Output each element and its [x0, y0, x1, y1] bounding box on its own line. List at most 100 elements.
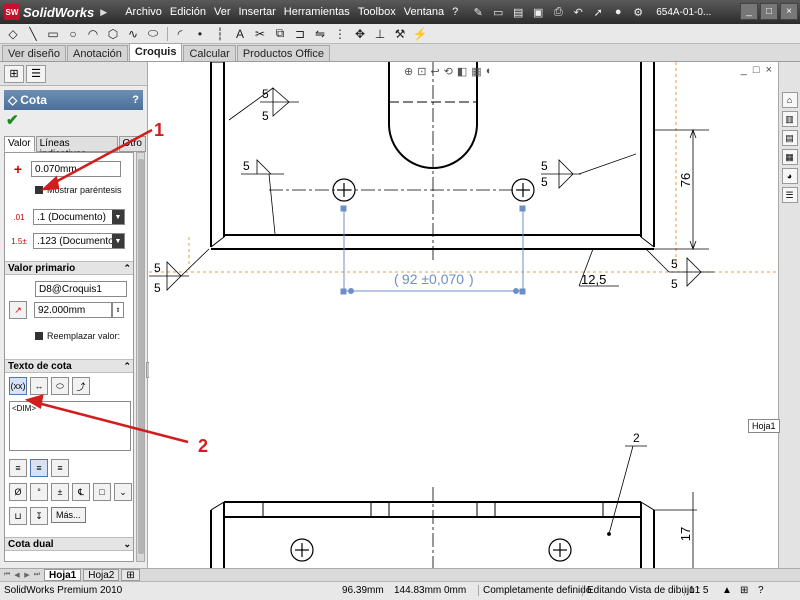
depth-symbol-icon[interactable]: ↧	[30, 507, 48, 525]
diameter-symbol-icon[interactable]: Ø	[9, 483, 27, 501]
valor-primario-section[interactable]: Valor primario ⌃	[5, 261, 133, 275]
custom-properties-icon[interactable]: ☰	[781, 187, 798, 203]
tab-ver-diseno[interactable]: Ver diseño	[2, 45, 66, 61]
minimize-button[interactable]: _	[740, 3, 758, 20]
trim-icon[interactable]: ✂	[251, 26, 269, 42]
status-units-icon[interactable]: ⊞	[740, 585, 748, 596]
offset-icon[interactable]: ⊐	[291, 26, 309, 42]
align-center-icon[interactable]: ≡	[30, 459, 48, 477]
more-button[interactable]: Más...	[51, 507, 86, 523]
ok-check-icon[interactable]: ✔	[6, 111, 19, 129]
tab-calcular[interactable]: Calcular	[183, 45, 236, 61]
mirror-icon[interactable]: ⇋	[311, 26, 329, 42]
spline-icon[interactable]: ∿	[124, 26, 142, 42]
tab-valor[interactable]: Valor	[4, 136, 35, 152]
open-folder-icon[interactable]: ▤	[510, 4, 526, 20]
menu-ver[interactable]: Ver	[210, 6, 235, 18]
align-left-icon[interactable]: ≡	[9, 459, 27, 477]
sheet-tab-hoja1[interactable]: Hoja1	[44, 569, 82, 581]
first-sheet-icon[interactable]: ⏮	[2, 570, 12, 580]
menu-ventana[interactable]: Ventana	[400, 6, 448, 18]
degree-symbol-icon[interactable]: °	[30, 483, 48, 501]
line-icon[interactable]: ╲	[24, 26, 42, 42]
circle-icon[interactable]: ○	[64, 26, 82, 42]
scrollbar-thumb[interactable]	[138, 159, 144, 554]
collapse-icon[interactable]: ⌃	[123, 263, 131, 274]
zoom-fit-icon[interactable]: ⊕	[404, 65, 413, 78]
square-symbol-icon[interactable]: □	[93, 483, 111, 501]
arc-icon[interactable]: ◠	[84, 26, 102, 42]
solidworks-resources-icon[interactable]: ⌂	[781, 92, 798, 108]
tab-lineas-indicativas[interactable]: Líneas indicativas	[35, 136, 118, 160]
offset-text-icon[interactable]: ⤴	[72, 377, 90, 395]
save-icon[interactable]: ▣	[530, 4, 546, 20]
add-parentheses-icon[interactable]: (xx)	[9, 377, 27, 395]
previous-view-icon[interactable]: ↩	[430, 65, 439, 78]
texto-de-cota-section[interactable]: Texto de cota ⌃	[5, 359, 133, 373]
menu-toolbox[interactable]: Toolbox	[354, 6, 400, 18]
display-style-icon[interactable]: ▦	[471, 65, 481, 78]
text-icon[interactable]: A	[231, 26, 249, 42]
hide-show-icon[interactable]: ◐	[486, 65, 493, 77]
document-close-button[interactable]: ×	[766, 64, 772, 76]
tolerance-precision-select[interactable]: .123 (Documento) ▼	[33, 233, 125, 249]
menu-help[interactable]: ?	[448, 6, 462, 18]
last-sheet-icon[interactable]: ⏭	[32, 570, 42, 580]
print-icon[interactable]: ⎙	[550, 4, 566, 20]
convert-entities-icon[interactable]: ⧉	[271, 26, 289, 42]
drawing-canvas[interactable]: 92 ±0,070 ( ) 76 12,5 5 5 5 5 5 5 5 5 5 …	[149, 62, 778, 568]
undo-icon[interactable]: ↶	[570, 4, 586, 20]
rectangle-icon[interactable]: ▭	[44, 26, 62, 42]
logo-menu-arrow-icon[interactable]: ▶	[100, 7, 107, 18]
override-value-checkbox[interactable]	[35, 332, 43, 340]
smart-dimension-icon[interactable]: ◇	[4, 26, 22, 42]
chevron-down-icon[interactable]: ▼	[112, 210, 124, 224]
linear-pattern-icon[interactable]: ⋮	[331, 26, 349, 42]
options-icon[interactable]: ⚙	[630, 4, 646, 20]
property-manager-tab-icon[interactable]: ☰	[26, 64, 46, 83]
relations-icon[interactable]: ⊥	[371, 26, 389, 42]
prev-sheet-icon[interactable]: ◀	[12, 570, 22, 580]
appearances-icon[interactable]: ◕	[781, 168, 798, 184]
view-palette-icon[interactable]: ▦	[781, 149, 798, 165]
polygon-icon[interactable]: ⬡	[104, 26, 122, 42]
dimension-reference-field[interactable]: D8@Croquis1	[35, 281, 127, 297]
cota-dual-section[interactable]: Cota dual ⌄	[5, 537, 133, 551]
maximize-button[interactable]: □	[760, 3, 778, 20]
tolerance-field[interactable]: 0.070mm	[31, 161, 121, 177]
tab-otro[interactable]: Otro	[118, 136, 146, 152]
status-scale[interactable]: 1 : 5	[684, 585, 708, 596]
solidworks-logo-button[interactable]: SW SolidWorks ▶	[0, 0, 115, 24]
ellipse-icon[interactable]: ⬭	[144, 26, 162, 42]
menu-edicion[interactable]: Edición	[166, 6, 210, 18]
show-parentheses-checkbox[interactable]	[35, 186, 43, 194]
pin-icon[interactable]: ✎	[470, 4, 486, 20]
tab-anotacion[interactable]: Anotación	[66, 45, 128, 61]
menu-herramientas[interactable]: Herramientas	[280, 6, 354, 18]
menu-archivo[interactable]: Archivo	[121, 6, 166, 18]
primary-precision-select[interactable]: .1 (Documento) ▼	[33, 209, 125, 225]
collapse-icon[interactable]: ⌃	[123, 361, 131, 372]
point-icon[interactable]: •	[191, 26, 209, 42]
align-right-icon[interactable]: ≡	[51, 459, 69, 477]
plus-minus-symbol-icon[interactable]: ±	[51, 483, 69, 501]
feature-manager-tab-icon[interactable]: ⊞	[4, 64, 24, 83]
move-entities-icon[interactable]: ✥	[351, 26, 369, 42]
select-cursor-icon[interactable]: ➚	[590, 4, 606, 20]
design-library-icon[interactable]: ▥	[781, 111, 798, 127]
next-sheet-icon[interactable]: ▶	[22, 570, 32, 580]
repair-sketch-icon[interactable]: ⚒	[391, 26, 409, 42]
tab-productos-office[interactable]: Productos Office	[236, 45, 330, 61]
document-maximize-button[interactable]: □	[753, 64, 760, 76]
expand-icon[interactable]: ⌄	[123, 539, 131, 550]
counterbore-symbol-icon[interactable]: ⊔	[9, 507, 27, 525]
section-view-icon[interactable]: ◧	[457, 65, 467, 78]
file-explorer-icon[interactable]: ▤	[781, 130, 798, 146]
dimension-text-box[interactable]: <DIM>	[9, 401, 131, 451]
menu-insertar[interactable]: Insertar	[234, 6, 279, 18]
close-button[interactable]: ×	[780, 3, 798, 20]
more-symbols-chevron-icon[interactable]: ⌄	[114, 483, 132, 501]
traffic-light-icon[interactable]: ●	[610, 4, 626, 20]
zoom-area-icon[interactable]: ⊡	[417, 65, 426, 78]
new-document-icon[interactable]: ▭	[490, 4, 506, 20]
